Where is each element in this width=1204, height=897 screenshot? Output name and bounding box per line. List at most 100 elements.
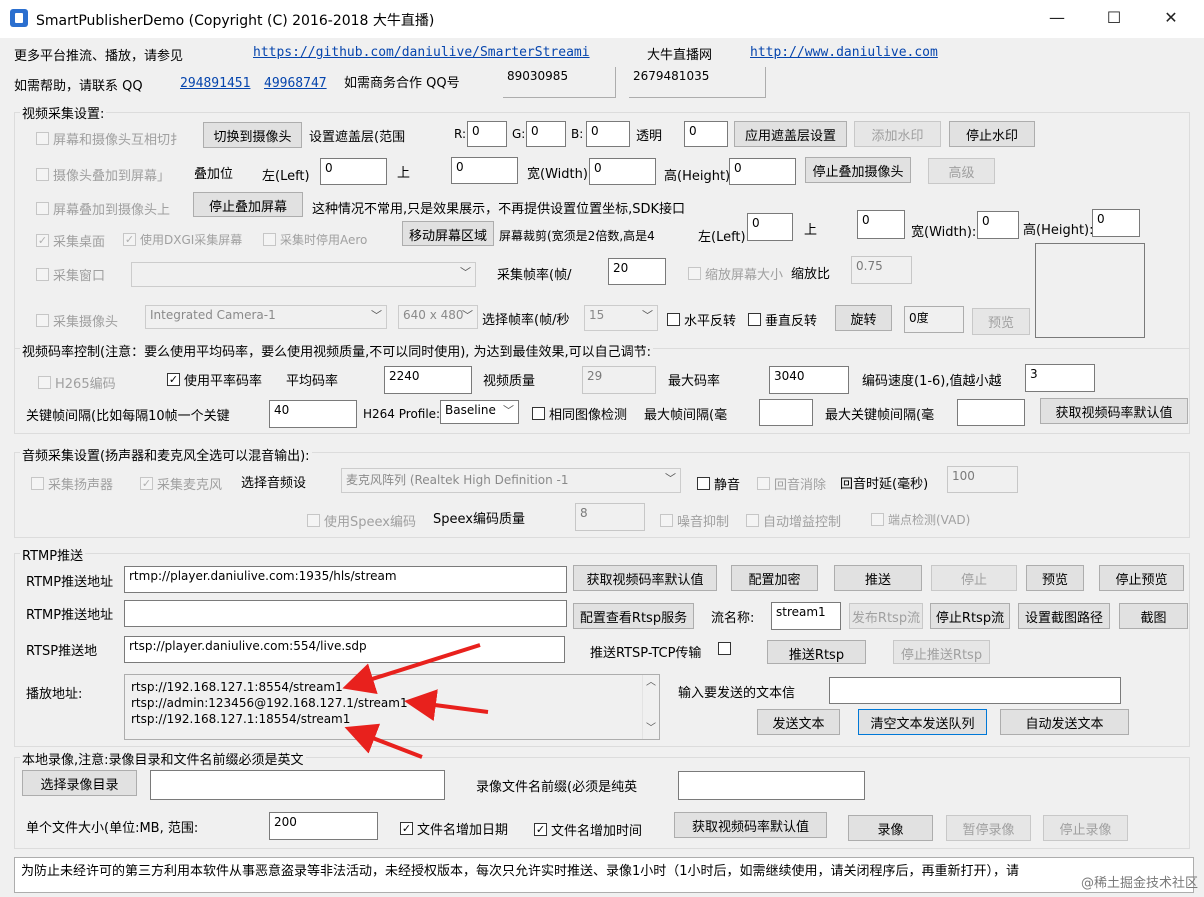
- stop-overlay-camera-button[interactable]: 停止叠加摄像头: [805, 157, 911, 183]
- same-image-detect-checkbox[interactable]: 相同图像检测: [532, 404, 627, 423]
- push-button[interactable]: 推送: [834, 565, 922, 591]
- text-message-input[interactable]: [829, 677, 1121, 704]
- stream-name-input[interactable]: stream1: [771, 602, 841, 630]
- disable-aero-checkbox[interactable]: 采集时停用Aero: [263, 231, 367, 248]
- max-frame-interval-input[interactable]: [759, 399, 813, 426]
- qq2-link[interactable]: 49968747: [264, 76, 327, 91]
- cam-fps-select[interactable]: 15 ﹀: [584, 305, 658, 331]
- stop-record-button[interactable]: 停止录像: [1043, 815, 1128, 841]
- github-link[interactable]: https://github.com/daniulive/SmarterStre…: [253, 45, 590, 60]
- vflip-checkbox[interactable]: 垂直反转: [748, 310, 817, 329]
- vad-checkbox[interactable]: 端点检测(VAD): [871, 511, 970, 528]
- auto-send-text-button[interactable]: 自动发送文本: [1000, 709, 1129, 735]
- left-input[interactable]: 0: [320, 158, 387, 185]
- apply-overlay-button[interactable]: 应用遮盖层设置: [734, 121, 847, 147]
- agc-checkbox[interactable]: 自动增益控制: [746, 511, 841, 530]
- h265-checkbox[interactable]: H265编码: [38, 373, 116, 392]
- encode-speed-input[interactable]: 3: [1025, 364, 1095, 392]
- maximize-button[interactable]: ☐: [1091, 0, 1137, 38]
- select-record-dir-button[interactable]: 选择录像目录: [22, 770, 137, 796]
- capture-mic-checkbox[interactable]: ✓ 采集麦克风: [140, 474, 222, 493]
- quality-input[interactable]: 29: [582, 366, 656, 394]
- use-dxgi-checkbox[interactable]: ✓ 使用DXGI采集屏幕: [123, 231, 242, 248]
- top-input[interactable]: 0: [451, 157, 518, 184]
- max-bitrate-input[interactable]: 3040: [769, 366, 849, 394]
- preview-button[interactable]: 预览: [972, 308, 1030, 335]
- avg-bitrate-input[interactable]: 2240: [384, 366, 472, 394]
- crop-left-input[interactable]: 0: [747, 213, 793, 241]
- snapshot-button[interactable]: 截图: [1119, 603, 1188, 629]
- rotate-button[interactable]: 旋转: [835, 305, 892, 331]
- use-avg-bitrate-checkbox[interactable]: ✓ 使用平率码率: [167, 370, 262, 389]
- stop-overlay-screen-button[interactable]: 停止叠加屏幕: [193, 192, 303, 217]
- switch-to-camera-button[interactable]: 切换到摄像头: [203, 122, 302, 148]
- fps-input[interactable]: 20: [608, 258, 666, 285]
- record-dir-input[interactable]: [150, 770, 445, 800]
- capture-window-checkbox[interactable]: 采集窗口: [36, 265, 105, 284]
- send-text-button[interactable]: 发送文本: [757, 709, 840, 735]
- width-input[interactable]: 0: [589, 158, 656, 185]
- set-snapshot-path-button[interactable]: 设置截图路径: [1018, 603, 1110, 629]
- close-button[interactable]: ✕: [1148, 0, 1194, 38]
- stop-rtsp-button[interactable]: 停止Rtsp流: [930, 603, 1010, 629]
- alpha-input[interactable]: 0: [684, 121, 728, 147]
- capture-speaker-checkbox[interactable]: 采集扬声器: [31, 474, 113, 493]
- minimize-button[interactable]: —: [1034, 0, 1080, 38]
- crop-top-input[interactable]: 0: [857, 210, 905, 239]
- site-link[interactable]: http://www.daniulive.com: [750, 45, 938, 60]
- get-bitrate-default-button-record[interactable]: 获取视频码率默认值: [674, 812, 827, 838]
- config-encrypt-button[interactable]: 配置加密: [731, 565, 818, 591]
- advanced-button[interactable]: 高级: [928, 158, 995, 184]
- clear-text-queue-button[interactable]: 清空文本发送队列: [858, 709, 987, 735]
- scale-input[interactable]: 0.75: [851, 256, 912, 284]
- scrollbar[interactable]: ︿ ﹀: [642, 675, 659, 739]
- height-input[interactable]: 0: [729, 158, 796, 185]
- window-select[interactable]: ﹀: [131, 262, 476, 287]
- capture-camera-checkbox[interactable]: 采集摄像头: [36, 311, 118, 330]
- push-rtsp-button[interactable]: 推送Rtsp: [767, 640, 866, 664]
- pause-record-button[interactable]: 暂停录像: [946, 815, 1031, 841]
- b-input[interactable]: 0: [586, 121, 630, 147]
- record-button[interactable]: 录像: [848, 815, 933, 841]
- g-input[interactable]: 0: [526, 121, 566, 147]
- qq1-link[interactable]: 294891451: [180, 76, 250, 91]
- screen-overlay-cam-checkbox[interactable]: 屏幕叠加到摄像头上: [36, 199, 170, 218]
- play-url-list[interactable]: rtsp://192.168.127.1:8554/stream1 rtsp:/…: [124, 674, 660, 740]
- file-size-input[interactable]: 200: [269, 812, 378, 840]
- add-time-checkbox[interactable]: ✓ 文件名增加时间: [534, 820, 642, 839]
- use-speex-checkbox[interactable]: 使用Speex编码: [307, 511, 416, 530]
- scroll-up-icon[interactable]: ︿: [643, 675, 659, 691]
- keyframe-input[interactable]: 40: [269, 400, 357, 428]
- max-key-interval-input[interactable]: [957, 399, 1025, 426]
- add-date-checkbox[interactable]: ✓ 文件名增加日期: [400, 819, 508, 838]
- speex-quality-input[interactable]: 8: [575, 503, 645, 531]
- crop-height-input[interactable]: 0: [1092, 209, 1140, 237]
- stop-preview-button[interactable]: 停止预览: [1099, 565, 1184, 591]
- crop-width-input[interactable]: 0: [977, 211, 1019, 239]
- camera-select[interactable]: Integrated Camera-1 ﹀: [145, 305, 387, 329]
- preview-rtmp-button[interactable]: 预览: [1026, 565, 1084, 591]
- rtsp-tcp-checkbox[interactable]: [718, 642, 735, 655]
- screen-cam-switch-checkbox[interactable]: 屏幕和摄像头互相切扌: [36, 129, 183, 148]
- get-bitrate-default-button[interactable]: 获取视频码率默认值: [1040, 398, 1188, 424]
- list-item[interactable]: rtsp://192.168.127.1:8554/stream1: [131, 679, 653, 695]
- mute-checkbox[interactable]: 静音: [697, 474, 740, 493]
- rtmp-url-input[interactable]: rtmp://player.daniulive.com:1935/hls/str…: [124, 566, 567, 593]
- stop-push-rtsp-button[interactable]: 停止推送Rtsp: [893, 640, 990, 664]
- stop-push-button[interactable]: 停止: [931, 565, 1017, 591]
- record-prefix-input[interactable]: [678, 771, 865, 800]
- list-item[interactable]: rtsp://admin:123456@192.168.127.1/stream…: [131, 695, 653, 711]
- capture-desktop-checkbox[interactable]: ✓ 采集桌面: [36, 231, 105, 250]
- add-watermark-button[interactable]: 添加水印: [854, 121, 941, 147]
- echo-delay-input[interactable]: 100: [947, 466, 1018, 493]
- rtsp-url-input[interactable]: rtsp://player.daniulive.com:554/live.sdp: [124, 636, 565, 663]
- echo-cancel-checkbox[interactable]: 回音消除: [757, 474, 826, 493]
- h264-profile-select[interactable]: Baseline ﹀: [440, 400, 519, 424]
- hflip-checkbox[interactable]: 水平反转: [667, 310, 736, 329]
- audio-device-select[interactable]: 麦克风阵列 (Realtek High Definition -1 ﹀: [341, 468, 681, 493]
- noise-suppress-checkbox[interactable]: 噪音抑制: [660, 511, 729, 530]
- list-item[interactable]: rtsp://192.168.127.1:18554/stream1: [131, 711, 653, 727]
- scroll-down-icon[interactable]: ﹀: [643, 721, 659, 737]
- resolution-select[interactable]: 640 x 480 ﹀: [398, 305, 478, 329]
- stop-watermark-button[interactable]: 停止水印: [949, 121, 1035, 147]
